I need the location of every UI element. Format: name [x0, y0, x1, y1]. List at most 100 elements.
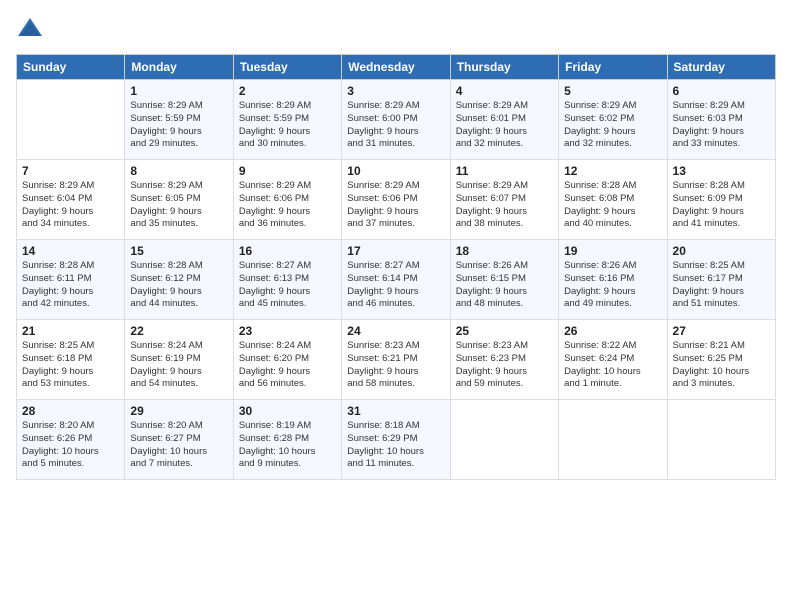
day-info: Sunrise: 8:29 AMSunset: 6:01 PMDaylight:…	[456, 100, 553, 151]
calendar-week-row: 21Sunrise: 8:25 AMSunset: 6:18 PMDayligh…	[17, 320, 776, 400]
calendar-day-cell: 4 Sunrise: 8:29 AMSunset: 6:01 PMDaylight…	[450, 80, 558, 160]
day-number: 4	[456, 84, 553, 98]
calendar-day-cell: 13Sunrise: 8:28 AMSunset: 6:09 PMDayligh…	[667, 160, 775, 240]
calendar-day-cell: 29 Sunrise: 8:20 AMSunset: 6:27 PMDayligh…	[125, 400, 233, 480]
day-number: 31	[347, 404, 444, 418]
day-number: 18	[456, 244, 553, 258]
calendar-header-cell: Saturday	[667, 55, 775, 80]
day-number: 3	[347, 84, 444, 98]
calendar-day-cell: 23 Sunrise: 8:24 AMSunset: 6:20 PMDayligh…	[233, 320, 341, 400]
calendar-day-cell: 2Sunrise: 8:29 AMSunset: 5:59 PMDaylight…	[233, 80, 341, 160]
day-info: Sunrise: 8:28 AMSunset: 6:09 PMDaylight:…	[673, 180, 770, 231]
day-number: 24	[347, 324, 444, 338]
day-number: 14	[22, 244, 119, 258]
day-number: 29	[130, 404, 227, 418]
calendar-day-cell	[450, 400, 558, 480]
calendar-day-cell: 20 Sunrise: 8:25 AMSunset: 6:17 PMDayligh…	[667, 240, 775, 320]
day-info: Sunrise: 8:20 AMSunset: 6:26 PMDaylight:…	[22, 420, 119, 471]
day-info: Sunrise: 8:26 AMSunset: 6:15 PMDaylight:…	[456, 260, 553, 311]
day-info: Sunrise: 8:29 AMSunset: 6:03 PMDaylight:…	[673, 100, 770, 151]
calendar-day-cell: 30 Sunrise: 8:19 AMSunset: 6:28 PMDayligh…	[233, 400, 341, 480]
day-info: Sunrise: 8:20 AMSunset: 6:27 PMDaylight:…	[130, 420, 227, 471]
day-number: 22	[130, 324, 227, 338]
calendar-day-cell: 7 Sunrise: 8:29 AMSunset: 6:04 PMDaylight…	[17, 160, 125, 240]
header	[16, 16, 776, 44]
day-number: 27	[673, 324, 770, 338]
calendar-day-cell: 12 Sunrise: 8:28 AMSunset: 6:08 PMDayligh…	[559, 160, 667, 240]
calendar-header-cell: Friday	[559, 55, 667, 80]
day-number: 6	[673, 84, 770, 98]
day-number: 25	[456, 324, 553, 338]
day-number: 30	[239, 404, 336, 418]
day-info: Sunrise: 8:18 AMSunset: 6:29 PMDaylight:…	[347, 420, 444, 471]
day-info: Sunrise: 8:29 AMSunset: 6:06 PMDaylight:…	[239, 180, 336, 231]
calendar-header-cell: Thursday	[450, 55, 558, 80]
day-info: Sunrise: 8:29 AMSunset: 6:06 PMDaylight:…	[347, 180, 444, 231]
day-info: Sunrise: 8:22 AMSunset: 6:24 PMDaylight:…	[564, 340, 661, 391]
day-info: Sunrise: 8:19 AMSunset: 6:28 PMDaylight:…	[239, 420, 336, 471]
calendar-day-cell	[559, 400, 667, 480]
day-number: 15	[130, 244, 227, 258]
day-info: Sunrise: 8:23 AMSunset: 6:23 PMDaylight:…	[456, 340, 553, 391]
day-info: Sunrise: 8:23 AMSunset: 6:21 PMDaylight:…	[347, 340, 444, 391]
logo-icon	[16, 16, 44, 44]
calendar-header-cell: Monday	[125, 55, 233, 80]
day-info: Sunrise: 8:28 AMSunset: 6:08 PMDaylight:…	[564, 180, 661, 231]
day-number: 5	[564, 84, 661, 98]
calendar-week-row: 1 Sunrise: 8:29 AMSunset: 5:59 PMDaylight…	[17, 80, 776, 160]
calendar-header-cell: Wednesday	[342, 55, 450, 80]
calendar-day-cell: 5 Sunrise: 8:29 AMSunset: 6:02 PMDaylight…	[559, 80, 667, 160]
day-info: Sunrise: 8:27 AMSunset: 6:14 PMDaylight:…	[347, 260, 444, 311]
day-number: 9	[239, 164, 336, 178]
calendar-header-row: SundayMondayTuesdayWednesdayThursdayFrid…	[17, 55, 776, 80]
day-number: 23	[239, 324, 336, 338]
calendar-day-cell: 28 Sunrise: 8:20 AMSunset: 6:26 PMDayligh…	[17, 400, 125, 480]
day-info: Sunrise: 8:29 AMSunset: 6:00 PMDaylight:…	[347, 100, 444, 151]
calendar-day-cell: 3 Sunrise: 8:29 AMSunset: 6:00 PMDaylight…	[342, 80, 450, 160]
day-number: 21	[22, 324, 119, 338]
day-number: 12	[564, 164, 661, 178]
day-number: 10	[347, 164, 444, 178]
day-info: Sunrise: 8:24 AMSunset: 6:19 PMDaylight:…	[130, 340, 227, 391]
calendar-day-cell: 9 Sunrise: 8:29 AMSunset: 6:06 PMDaylight…	[233, 160, 341, 240]
page: SundayMondayTuesdayWednesdayThursdayFrid…	[0, 0, 792, 612]
day-info: Sunrise: 8:27 AMSunset: 6:13 PMDaylight:…	[239, 260, 336, 311]
logo	[16, 16, 48, 44]
day-number: 16	[239, 244, 336, 258]
day-number: 7	[22, 164, 119, 178]
calendar-day-cell: 17 Sunrise: 8:27 AMSunset: 6:14 PMDayligh…	[342, 240, 450, 320]
calendar-day-cell: 18 Sunrise: 8:26 AMSunset: 6:15 PMDayligh…	[450, 240, 558, 320]
calendar-header-cell: Sunday	[17, 55, 125, 80]
day-number: 28	[22, 404, 119, 418]
calendar-day-cell: 22 Sunrise: 8:24 AMSunset: 6:19 PMDayligh…	[125, 320, 233, 400]
day-number: 1	[130, 84, 227, 98]
day-info: Sunrise: 8:29 AMSunset: 5:59 PMDaylight:…	[130, 100, 227, 151]
day-info: Sunrise: 8:29 AMSunset: 6:07 PMDaylight:…	[456, 180, 553, 231]
calendar-day-cell: 24 Sunrise: 8:23 AMSunset: 6:21 PMDayligh…	[342, 320, 450, 400]
calendar-week-row: 14Sunrise: 8:28 AMSunset: 6:11 PMDayligh…	[17, 240, 776, 320]
calendar-day-cell	[17, 80, 125, 160]
day-info: Sunrise: 8:24 AMSunset: 6:20 PMDaylight:…	[239, 340, 336, 391]
calendar-day-cell: 15 Sunrise: 8:28 AMSunset: 6:12 PMDayligh…	[125, 240, 233, 320]
day-number: 20	[673, 244, 770, 258]
calendar-table: SundayMondayTuesdayWednesdayThursdayFrid…	[16, 54, 776, 480]
day-info: Sunrise: 8:29 AMSunset: 6:04 PMDaylight:…	[22, 180, 119, 231]
calendar-header-cell: Tuesday	[233, 55, 341, 80]
day-number: 8	[130, 164, 227, 178]
day-info: Sunrise: 8:26 AMSunset: 6:16 PMDaylight:…	[564, 260, 661, 311]
calendar-day-cell: 8Sunrise: 8:29 AMSunset: 6:05 PMDaylight…	[125, 160, 233, 240]
day-info: Sunrise: 8:21 AMSunset: 6:25 PMDaylight:…	[673, 340, 770, 391]
calendar-day-cell: 26 Sunrise: 8:22 AMSunset: 6:24 PMDayligh…	[559, 320, 667, 400]
calendar-day-cell: 25 Sunrise: 8:23 AMSunset: 6:23 PMDayligh…	[450, 320, 558, 400]
calendar-day-cell: 19 Sunrise: 8:26 AMSunset: 6:16 PMDayligh…	[559, 240, 667, 320]
calendar-day-cell	[667, 400, 775, 480]
day-number: 17	[347, 244, 444, 258]
day-info: Sunrise: 8:28 AMSunset: 6:12 PMDaylight:…	[130, 260, 227, 311]
day-info: Sunrise: 8:29 AMSunset: 6:02 PMDaylight:…	[564, 100, 661, 151]
day-info: Sunrise: 8:25 AMSunset: 6:17 PMDaylight:…	[673, 260, 770, 311]
day-number: 19	[564, 244, 661, 258]
day-number: 26	[564, 324, 661, 338]
calendar-day-cell: 14Sunrise: 8:28 AMSunset: 6:11 PMDayligh…	[17, 240, 125, 320]
calendar-day-cell: 10 Sunrise: 8:29 AMSunset: 6:06 PMDayligh…	[342, 160, 450, 240]
calendar-week-row: 28 Sunrise: 8:20 AMSunset: 6:26 PMDayligh…	[17, 400, 776, 480]
